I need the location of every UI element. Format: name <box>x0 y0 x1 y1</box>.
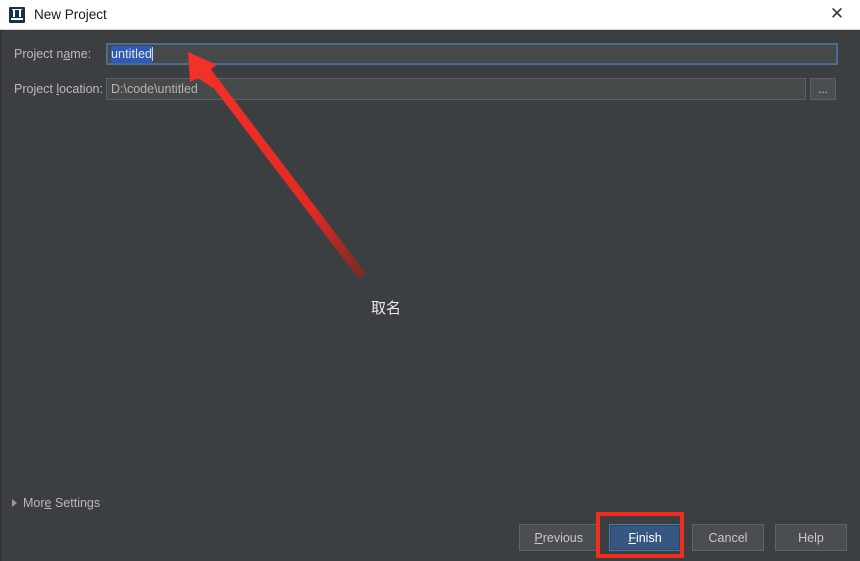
chevron-right-icon <box>12 499 17 507</box>
cancel-button[interactable]: Cancel <box>692 524 764 551</box>
close-glyph: ✕ <box>829 4 845 24</box>
project-location-label: Project location: <box>14 82 103 96</box>
project-location-input[interactable]: D:\code\untitled <box>106 78 806 100</box>
finish-button[interactable]: Finish <box>609 524 681 551</box>
project-name-label: Project name: <box>14 47 92 61</box>
dialog-titlebar: New Project ✕ <box>0 0 860 30</box>
project-location-row: Project location: D:\code\untitled ... <box>0 77 860 101</box>
more-settings-label: More Settings <box>23 496 101 510</box>
project-location-value: D:\code\untitled <box>111 82 198 96</box>
help-button[interactable]: Help <box>775 524 847 551</box>
intellij-idea-icon <box>9 6 25 23</box>
window-edge <box>0 30 2 561</box>
new-project-dialog: New Project ✕ Project name: untitled Pro… <box>0 0 860 561</box>
dialog-footer-buttons: Previous Finish Cancel Help <box>519 524 847 551</box>
window-title: New Project <box>34 6 107 22</box>
annotation-note: 取名 <box>371 299 402 317</box>
text-caret <box>152 47 154 61</box>
ellipsis-browse-icon[interactable]: ... <box>810 78 836 100</box>
close-icon[interactable]: ✕ <box>814 0 860 29</box>
more-settings-toggle[interactable]: More Settings <box>12 495 100 511</box>
project-name-value: untitled <box>111 45 153 63</box>
project-name-row: Project name: untitled <box>0 42 860 66</box>
previous-button[interactable]: Previous <box>519 524 598 551</box>
project-name-input[interactable]: untitled <box>106 43 838 65</box>
